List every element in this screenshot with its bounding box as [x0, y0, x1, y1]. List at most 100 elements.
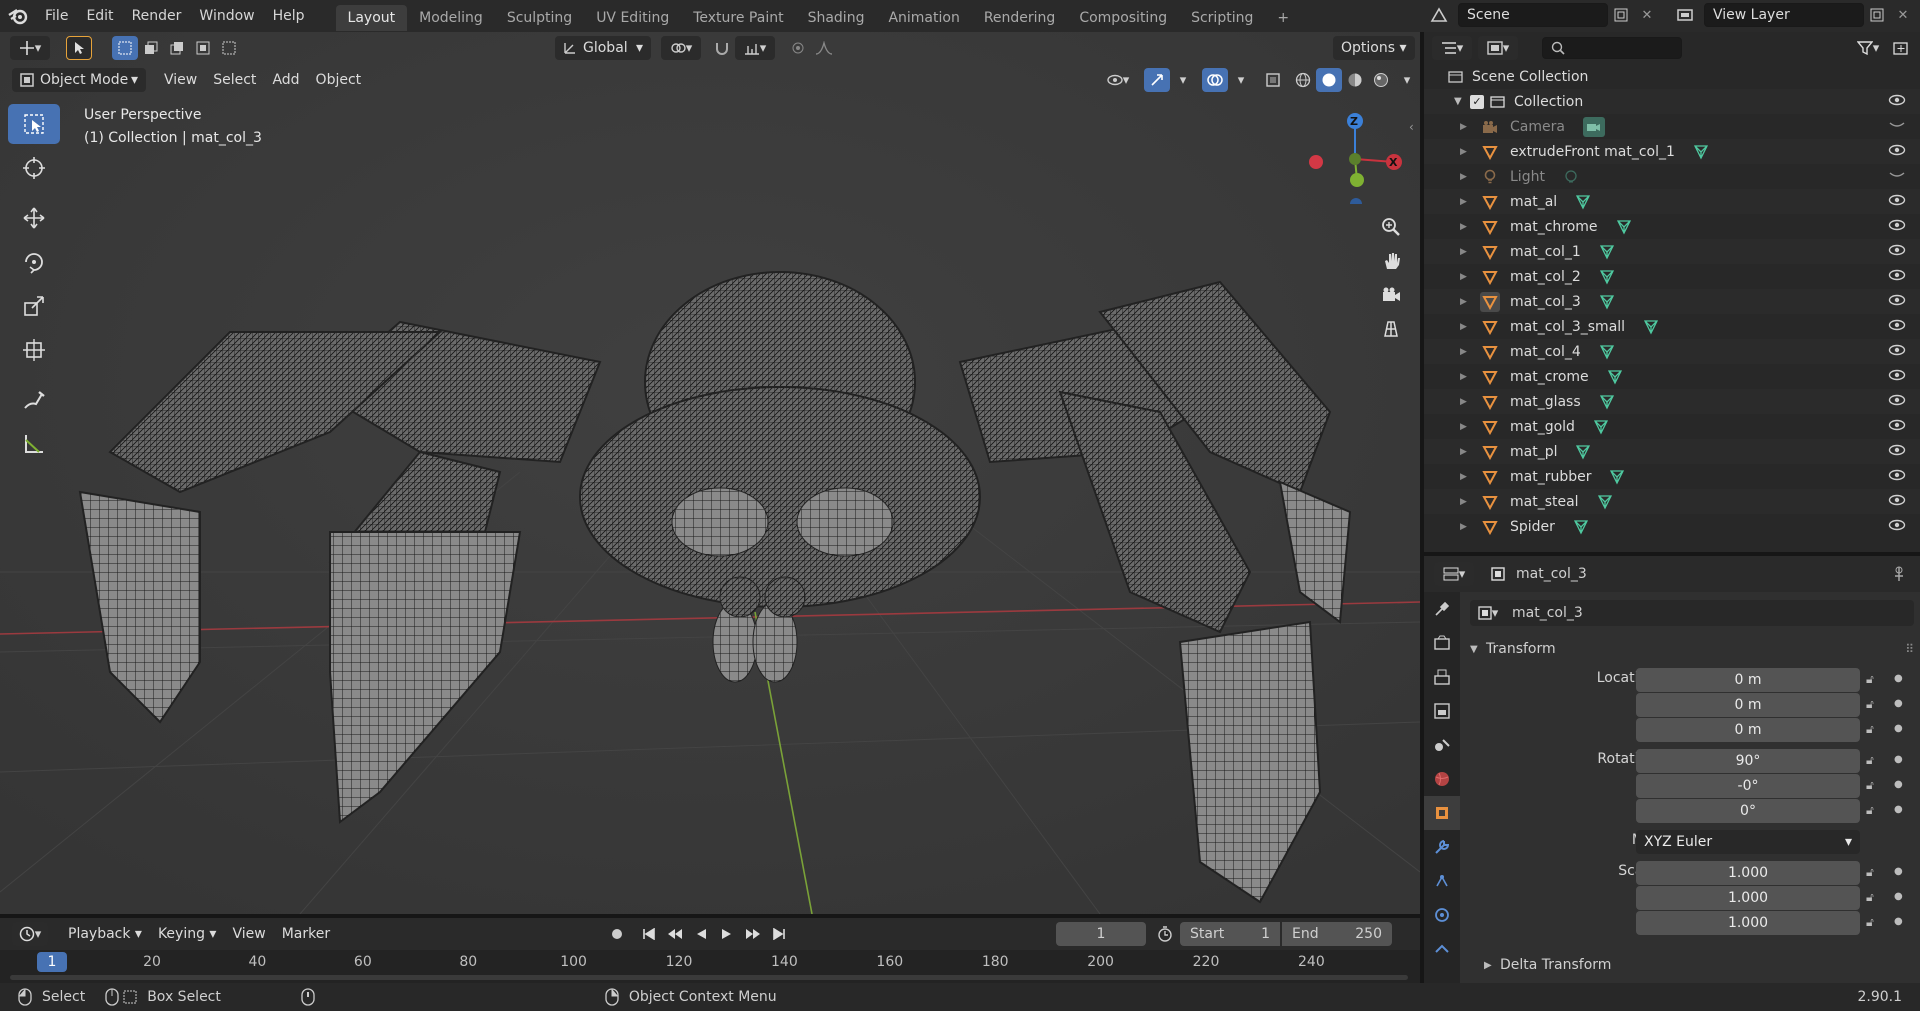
scene-name-field[interactable]: Scene — [1458, 3, 1608, 27]
shading-dropdown-icon[interactable]: ▾ — [1394, 68, 1420, 92]
eye-icon[interactable] — [1888, 443, 1906, 457]
transform-panel-header[interactable]: ▼ Transform ⠿ — [1470, 636, 1914, 662]
prev-keyframe-icon[interactable] — [662, 922, 688, 946]
view-layer-icon[interactable] — [1672, 3, 1698, 27]
eye-icon[interactable] — [1888, 243, 1906, 257]
snap-target-icon[interactable]: ▾ — [735, 36, 775, 60]
scene-icon[interactable] — [1426, 3, 1452, 27]
delete-view-layer-icon[interactable]: ✕ — [1890, 3, 1916, 27]
timeline-view-menu[interactable]: View — [224, 922, 273, 946]
scale-tool-icon[interactable] — [8, 286, 60, 326]
menu-edit[interactable]: Edit — [77, 0, 122, 32]
outliner-item[interactable]: ▶ mat_crome — [1424, 364, 1920, 389]
eye-icon[interactable] — [1888, 468, 1906, 482]
menu-view[interactable]: View — [156, 68, 205, 92]
collection-expand-icon[interactable]: ▼ — [1454, 96, 1470, 107]
rotation-y-field[interactable]: -0° — [1636, 774, 1860, 798]
mesh-data-icon[interactable] — [1575, 194, 1591, 210]
expand-arrow-icon[interactable]: ▶ — [1460, 522, 1476, 532]
eye-icon[interactable] — [1888, 518, 1906, 532]
select-box-tool-icon[interactable] — [8, 104, 60, 144]
wireframe-shading-icon[interactable] — [1290, 68, 1316, 92]
expand-arrow-icon[interactable]: ▶ — [1460, 347, 1476, 357]
next-keyframe-icon[interactable] — [740, 922, 766, 946]
outliner-item[interactable]: ▶ mat_col_3 — [1424, 289, 1920, 314]
eye-icon[interactable] — [1888, 143, 1906, 157]
camera-view-icon[interactable] — [1374, 278, 1408, 312]
location-y-field[interactable]: 0 m — [1636, 693, 1860, 717]
filter-icon[interactable]: ▾ — [1848, 36, 1888, 60]
lock-icon[interactable]: 🔓︎ — [1866, 753, 1874, 768]
expand-arrow-icon[interactable]: ▶ — [1460, 247, 1476, 257]
eye-icon[interactable] — [1888, 293, 1906, 307]
eye-icon[interactable] — [1888, 268, 1906, 282]
visibility-selectability-icon[interactable]: ▾ — [1098, 68, 1138, 92]
expand-arrow-icon[interactable]: ▶ — [1460, 222, 1476, 232]
rotate-tool-icon[interactable] — [8, 242, 60, 282]
proportional-edit-icon[interactable] — [785, 36, 811, 60]
constraints-tab-icon[interactable] — [1424, 932, 1460, 966]
tab-shading[interactable]: Shading — [796, 5, 877, 31]
mesh-data-icon[interactable] — [1599, 394, 1615, 410]
material-shading-icon[interactable] — [1342, 68, 1368, 92]
scale-x-field[interactable]: 1.000 — [1636, 861, 1860, 885]
options-dropdown[interactable]: Options ▾ — [1333, 36, 1415, 60]
3d-viewport[interactable]: ▾ Global ▾ ▾ ▾ Options ▾ Object Mode ▾ V… — [0, 32, 1420, 914]
outliner-item[interactable]: ▶ mat_rubber — [1424, 464, 1920, 489]
expand-arrow-icon[interactable]: ▶ — [1460, 497, 1476, 507]
expand-arrow-icon[interactable]: ▶ — [1460, 172, 1476, 182]
display-mode-icon[interactable]: ▾ — [1478, 36, 1518, 60]
properties-editor-type-icon[interactable]: ▾ — [1434, 562, 1474, 586]
blender-logo-icon[interactable] — [0, 0, 36, 32]
menu-add[interactable]: Add — [264, 68, 307, 92]
pan-hand-icon[interactable] — [1374, 244, 1408, 278]
rotation-z-field[interactable]: 0° — [1636, 799, 1860, 823]
outliner-item[interactable]: ▶ mat_col_1 — [1424, 239, 1920, 264]
select-tool-icon[interactable] — [66, 36, 92, 60]
delete-scene-icon[interactable]: ✕ — [1634, 3, 1660, 27]
eye-icon[interactable] — [1888, 218, 1906, 232]
transform-tool-icon[interactable] — [8, 330, 60, 370]
expand-arrow-icon[interactable]: ▶ — [1460, 447, 1476, 457]
lock-icon[interactable]: 🔓︎ — [1866, 915, 1874, 930]
perspective-toggle-icon[interactable] — [1374, 312, 1408, 346]
jump-end-icon[interactable] — [766, 922, 792, 946]
keyframe-dot-icon[interactable]: ● — [1894, 866, 1903, 877]
mesh-data-icon[interactable] — [1593, 419, 1609, 435]
object-name-field[interactable]: ▾ mat_col_3 — [1470, 600, 1914, 626]
mesh-data-icon[interactable] — [1607, 369, 1623, 385]
editor-type-icon[interactable]: ▾ — [10, 36, 50, 60]
tab-compositing[interactable]: Compositing — [1067, 5, 1179, 31]
xray-toggle-icon[interactable] — [1260, 68, 1286, 92]
play-reverse-icon[interactable] — [688, 922, 714, 946]
pin-icon[interactable] — [1892, 566, 1906, 582]
outliner-editor-type-icon[interactable]: ▾ — [1432, 36, 1472, 60]
gizmo-toggle-icon[interactable] — [1144, 68, 1170, 92]
current-frame-field[interactable]: 1 — [1056, 922, 1146, 946]
annotate-tool-icon[interactable] — [8, 380, 60, 420]
lock-icon[interactable]: 🔓︎ — [1866, 672, 1874, 687]
mesh-data-icon[interactable] — [1609, 469, 1625, 485]
eye-icon[interactable] — [1888, 318, 1906, 332]
keying-menu[interactable]: Keying ▾ — [150, 922, 225, 946]
outliner-item[interactable]: ▶ mat_chrome — [1424, 214, 1920, 239]
keyframe-dot-icon[interactable]: ● — [1894, 754, 1903, 765]
eye-icon[interactable] — [1888, 343, 1906, 357]
navigation-gizmo[interactable] — [1300, 104, 1420, 204]
tab-sculpting[interactable]: Sculpting — [495, 5, 584, 31]
orientation-dropdown[interactable]: Global ▾ — [555, 36, 651, 60]
outliner-item[interactable]: ▶ extrudeFront mat_col_1 — [1424, 139, 1920, 164]
rotation-mode-dropdown[interactable]: XYZ Euler ▾ — [1636, 830, 1860, 854]
outliner-item[interactable]: ▶ mat_glass — [1424, 389, 1920, 414]
mesh-data-icon[interactable] — [1599, 294, 1615, 310]
mesh-data-icon[interactable] — [1597, 494, 1613, 510]
menu-file[interactable]: File — [36, 0, 77, 32]
solid-shading-icon[interactable] — [1316, 68, 1342, 92]
lock-icon[interactable]: 🔓︎ — [1866, 803, 1874, 818]
mesh-data-icon[interactable] — [1599, 269, 1615, 285]
select-mode-new-icon[interactable] — [112, 36, 138, 60]
preview-range-icon[interactable] — [1152, 922, 1178, 946]
end-frame-field[interactable]: End 250 — [1282, 922, 1392, 946]
drag-handle-icon[interactable]: ⠿ — [1905, 642, 1914, 656]
menu-select[interactable]: Select — [205, 68, 264, 92]
